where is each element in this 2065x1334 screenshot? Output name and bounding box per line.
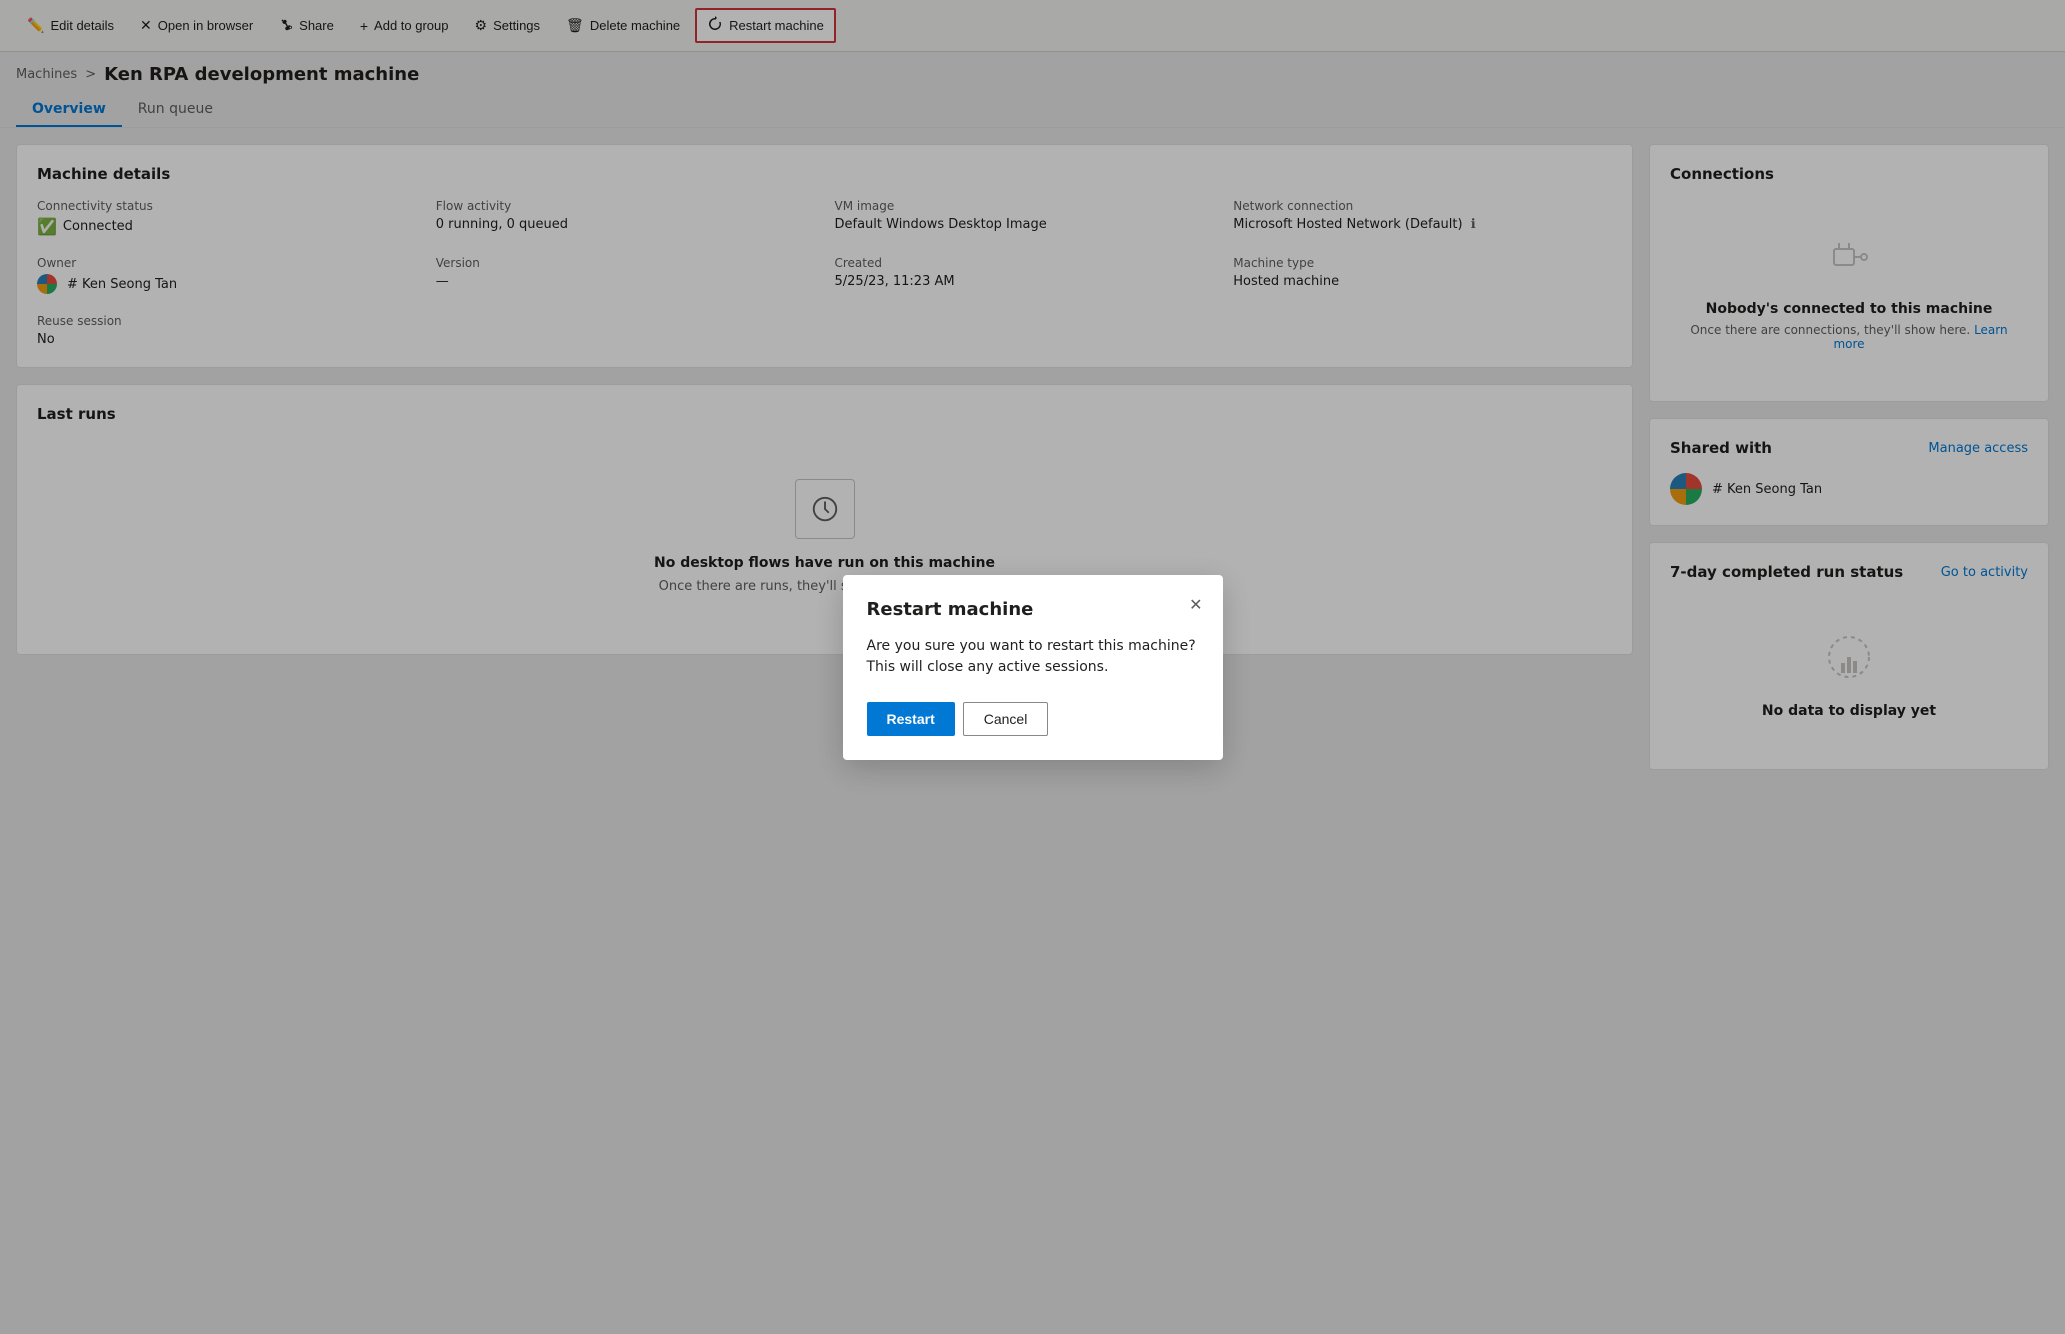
restart-confirm-button[interactable]: Restart <box>867 702 955 736</box>
modal-body: Are you sure you want to restart this ma… <box>867 636 1199 678</box>
modal-actions: Restart Cancel <box>867 702 1199 736</box>
restart-machine-modal: Restart machine ✕ Are you sure you want … <box>843 575 1223 760</box>
modal-title: Restart machine <box>867 599 1199 620</box>
cancel-button[interactable]: Cancel <box>963 702 1049 736</box>
modal-close-button[interactable]: ✕ <box>1185 591 1206 619</box>
modal-overlay: Restart machine ✕ Are you sure you want … <box>0 0 2065 1334</box>
